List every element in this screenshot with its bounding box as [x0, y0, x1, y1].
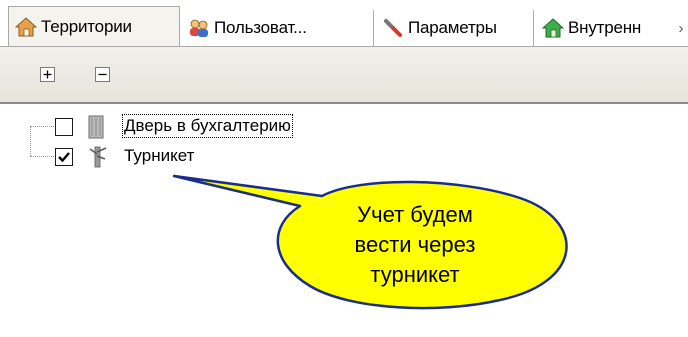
- users-icon: [190, 19, 208, 37]
- tab-label: Параметры: [408, 18, 497, 37]
- tree-item-door-label[interactable]: Дверь в бухгалтерию: [122, 114, 293, 138]
- tab-label: Внутренн: [568, 18, 642, 37]
- collapse-all-button[interactable]: [95, 67, 110, 82]
- tab-label: Территории: [41, 16, 132, 36]
- callout-text: Учет будем вести через турникет: [320, 200, 510, 290]
- callout-line: вести через: [354, 232, 476, 257]
- door-icon: [88, 115, 104, 139]
- expand-all-button[interactable]: [40, 67, 55, 82]
- toolbar: [0, 46, 688, 104]
- tree-connector: [30, 126, 31, 156]
- tree-connector: [30, 126, 54, 127]
- tab-users[interactable]: Пользоват...: [182, 10, 374, 46]
- callout-line: Учет будем: [357, 202, 473, 227]
- turnstile-checkbox[interactable]: [55, 148, 73, 166]
- tab-scroll-right-button[interactable]: ›: [674, 14, 688, 42]
- tab-label: Пользоват...: [214, 18, 307, 37]
- door-checkbox[interactable]: [55, 118, 73, 136]
- tab-territories[interactable]: Территории: [8, 6, 180, 46]
- minus-box-icon: [98, 73, 107, 76]
- tab-parameters[interactable]: Параметры: [376, 10, 534, 46]
- turnstile-icon: [89, 146, 107, 168]
- house-green-icon: [542, 18, 564, 38]
- chevron-right-icon: ›: [678, 19, 684, 37]
- tab-strip: Территории Пользоват... Параметры Внутре…: [0, 0, 688, 46]
- tree-connector: [30, 156, 54, 157]
- checkmark-icon: [58, 152, 70, 163]
- plus-box-icon: [43, 70, 52, 79]
- tree-item-turnstile-label[interactable]: Турникет: [124, 146, 194, 166]
- callout-line: турникет: [370, 262, 460, 287]
- tab-internal[interactable]: Внутренн: [536, 10, 674, 46]
- house-icon: [15, 16, 37, 36]
- wrench-icon: [384, 19, 402, 37]
